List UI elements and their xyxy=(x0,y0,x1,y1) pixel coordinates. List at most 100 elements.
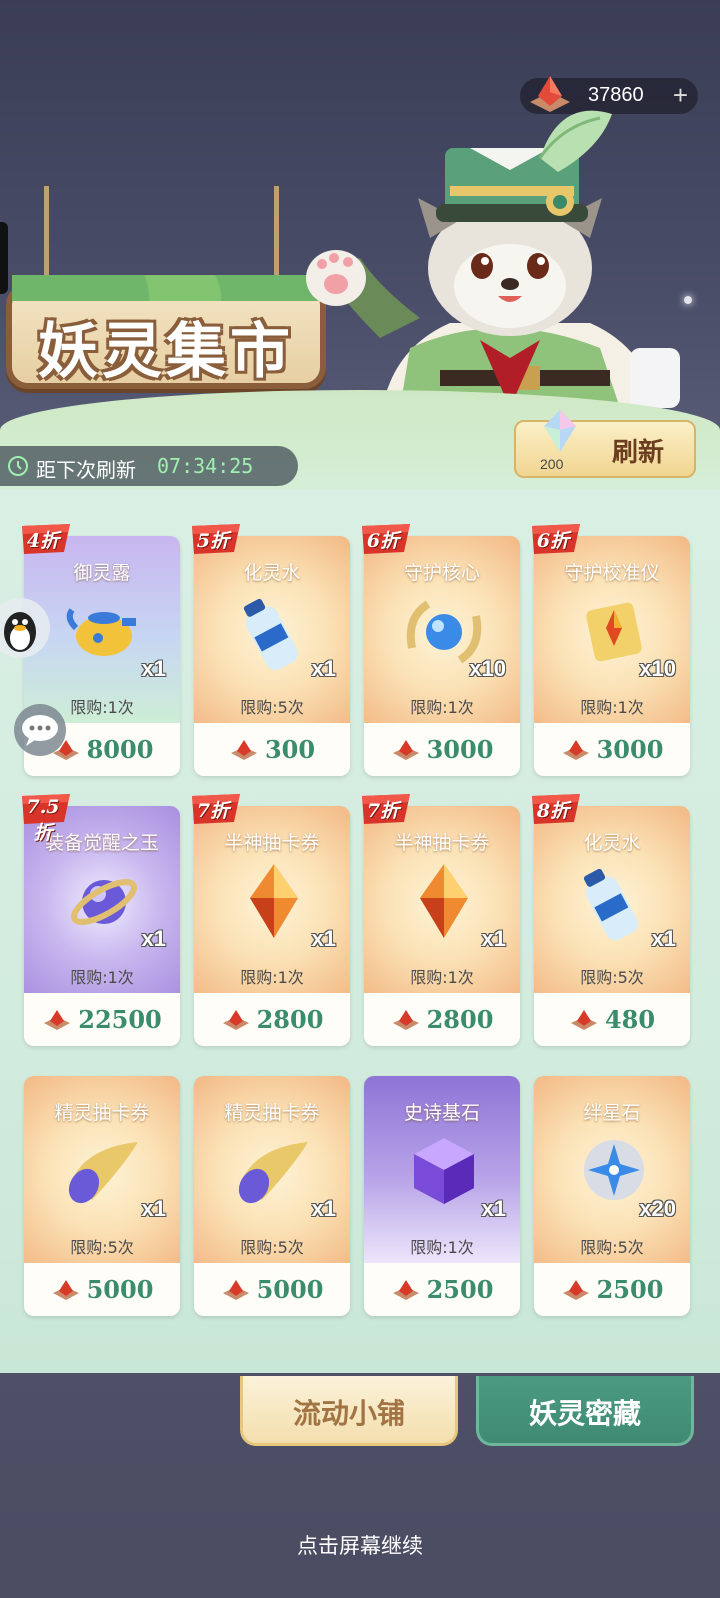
countdown-time: 07:34:25 xyxy=(157,454,254,478)
discount-text: 7.5折 xyxy=(26,796,60,844)
item-quantity: x1 xyxy=(141,656,166,681)
item-name: 守护核心 xyxy=(403,562,480,584)
item-quantity: x10 xyxy=(639,656,676,681)
item-price-value: 2800 xyxy=(256,1005,324,1034)
item-card-top: 半神抽卡券 x1 限购:1次 xyxy=(194,806,350,993)
item-name: 半神抽卡券 xyxy=(224,832,320,854)
item-card-top: 绊星石 x20 限购:5次 xyxy=(534,1076,690,1263)
purchase-limit: 限购:5次 xyxy=(240,1238,304,1257)
shop-item-card[interactable]: 化灵水 x1 限购:5次 300 xyxy=(194,536,350,776)
ruby-gem-icon xyxy=(562,1280,589,1300)
refresh-label: 刷新 xyxy=(612,438,665,468)
item-card-top: 化灵水 x1 限购:5次 xyxy=(194,536,350,723)
item-price: 300 xyxy=(194,735,350,764)
item-card-top: 精灵抽卡券 x1 限购:5次 xyxy=(194,1076,350,1263)
item-price: 2800 xyxy=(194,1005,350,1034)
item-price-area[interactable]: 2500 xyxy=(364,1263,520,1316)
countdown-label: 距下次刷新 xyxy=(36,458,136,482)
discount-text: 4折 xyxy=(26,530,60,552)
item-price-area[interactable]: 2800 xyxy=(194,993,350,1046)
item-icon xyxy=(68,1142,138,1204)
shop-item-card[interactable]: 守护核心 x10 限购:1次 3000 xyxy=(364,536,520,776)
item-price-value: 8000 xyxy=(86,735,154,764)
item-price-area[interactable]: 3000 xyxy=(364,723,520,776)
item-price-area[interactable]: 480 xyxy=(534,993,690,1046)
purchase-limit: 限购:1次 xyxy=(410,698,474,717)
item-price: 22500 xyxy=(24,1005,180,1034)
discount-text: 6折 xyxy=(536,530,570,552)
item-price-area[interactable]: 5000 xyxy=(194,1263,350,1316)
shop-item-card[interactable]: 半神抽卡券 x1 限购:1次 2800 xyxy=(364,806,520,1046)
shop-item-card[interactable]: 守护校准仪 x10 限购:1次 3000 xyxy=(534,536,690,776)
discount-badge: 7折 xyxy=(360,792,414,826)
item-icon xyxy=(66,608,136,656)
tap-to-continue-hint[interactable]: 点击屏幕继续 xyxy=(0,1530,720,1560)
discount-text: 7折 xyxy=(196,800,230,822)
discount-badge: 8折 xyxy=(530,792,584,826)
discount-text: 6折 xyxy=(366,530,400,552)
crystal-gem-icon xyxy=(544,410,576,452)
discount-badge: 6折 xyxy=(360,522,414,556)
item-icon xyxy=(414,1138,474,1204)
item-name: 精灵抽卡券 xyxy=(54,1102,150,1124)
shop-item-card[interactable]: 化灵水 x1 限购:5次 480 xyxy=(534,806,690,1046)
item-name: 化灵水 xyxy=(583,832,641,854)
shop-item-card[interactable]: 绊星石 x20 限购:5次 2500 xyxy=(534,1076,690,1316)
item-price-area[interactable]: 2800 xyxy=(364,993,520,1046)
shop-item-card[interactable]: 精灵抽卡券 x1 限购:5次 5000 xyxy=(24,1076,180,1316)
item-card-top: 守护核心 x10 限购:1次 xyxy=(364,536,520,723)
item-card-top: 化灵水 x1 限购:5次 xyxy=(534,806,690,993)
currency-value: 37860 xyxy=(588,84,644,106)
purchase-limit: 限购:1次 xyxy=(70,968,134,987)
item-quantity: x1 xyxy=(141,1196,166,1221)
message-bubble-icon[interactable] xyxy=(14,704,66,756)
item-quantity: x1 xyxy=(311,1196,336,1221)
ruby-gem-icon xyxy=(230,740,257,760)
refresh-countdown: 距下次刷新 07:34:25 xyxy=(0,446,298,486)
item-name: 精灵抽卡券 xyxy=(224,1102,320,1124)
item-price-area[interactable]: 2500 xyxy=(534,1263,690,1316)
item-price: 5000 xyxy=(194,1275,350,1304)
item-price-value: 3000 xyxy=(596,735,664,764)
item-price-area[interactable]: 300 xyxy=(194,723,350,776)
discount-text: 8折 xyxy=(536,800,570,822)
discount-badge: 6折 xyxy=(530,522,584,556)
item-quantity: x1 xyxy=(481,926,506,951)
tab-flow-shop[interactable]: 流动小铺 xyxy=(240,1376,458,1446)
ruby-gem-icon xyxy=(222,1010,249,1030)
item-price-value: 3000 xyxy=(426,735,494,764)
item-price-area[interactable]: 3000 xyxy=(534,723,690,776)
screen-edge-handle xyxy=(0,222,8,294)
item-price: 2800 xyxy=(364,1005,520,1034)
shop-item-card[interactable]: 半神抽卡券 x1 限购:1次 2800 xyxy=(194,806,350,1046)
purchase-limit: 限购:5次 xyxy=(240,698,304,717)
add-currency-button[interactable]: + xyxy=(673,80,688,111)
item-card-top: 史诗基石 x1 限购:1次 xyxy=(364,1076,520,1263)
item-quantity: x1 xyxy=(481,1196,506,1221)
refresh-button[interactable]: 200 刷新 xyxy=(514,410,696,478)
item-price-value: 22500 xyxy=(78,1005,162,1034)
item-quantity: x10 xyxy=(469,656,506,681)
item-price: 2500 xyxy=(534,1275,690,1304)
discount-badge: 4折 xyxy=(20,522,74,556)
discount-badge: 7.5折 xyxy=(20,792,74,844)
item-name: 绊星石 xyxy=(583,1102,641,1124)
item-price: 2500 xyxy=(364,1275,520,1304)
penguin-chat-icon[interactable] xyxy=(0,598,50,658)
item-price-value: 480 xyxy=(604,1005,656,1034)
item-icon xyxy=(243,598,298,671)
page-title: 妖灵集市 xyxy=(38,317,294,387)
sign-grass-decoration xyxy=(12,275,320,301)
item-name: 守护校准仪 xyxy=(564,562,660,584)
item-price-area[interactable]: 5000 xyxy=(24,1263,180,1316)
tab-spirit-treasure[interactable]: 妖灵密藏 xyxy=(476,1376,694,1446)
purchase-limit: 限购:5次 xyxy=(580,1238,644,1257)
market-title-sign: 妖灵集市 xyxy=(6,275,326,389)
shop-item-card[interactable]: 史诗基石 x1 限购:1次 2500 xyxy=(364,1076,520,1316)
clock-icon xyxy=(8,456,28,476)
discount-badge: 5折 xyxy=(190,522,244,556)
ruby-gem-icon xyxy=(44,1010,71,1030)
item-price-value: 2500 xyxy=(596,1275,664,1304)
item-price-area[interactable]: 22500 xyxy=(24,993,180,1046)
shop-item-card[interactable]: 精灵抽卡券 x1 限购:5次 5000 xyxy=(194,1076,350,1316)
